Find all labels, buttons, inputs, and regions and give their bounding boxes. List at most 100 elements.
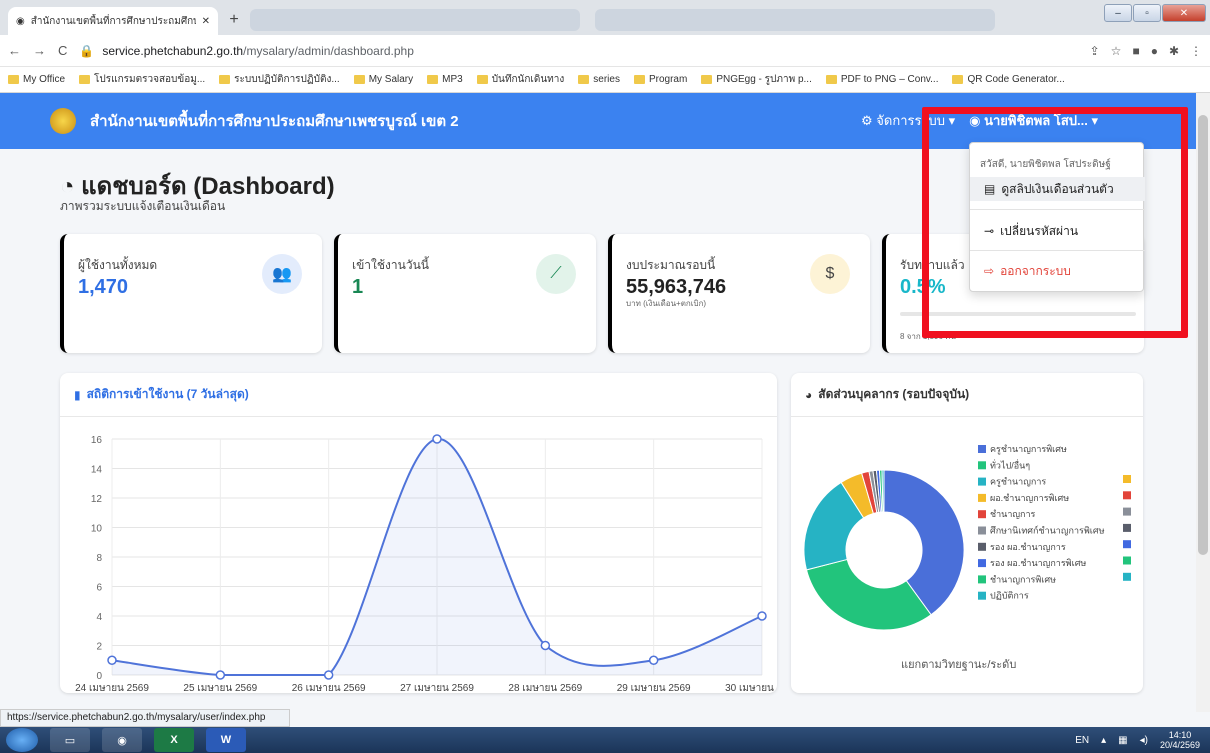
- bookmark-item[interactable]: โปรแกรมตรวจสอบข้อมู...: [79, 72, 205, 87]
- excel-taskbar-button[interactable]: X: [154, 728, 194, 752]
- brand-title[interactable]: สำนักงานเขตพื้นที่การศึกษาประถมศึกษาเพชร…: [90, 109, 459, 133]
- legend-label[interactable]: ชำนาญการพิเศษ: [990, 574, 1056, 584]
- logout-item[interactable]: ⇨ ออกจากระบบ: [970, 259, 1145, 283]
- menu-item-label: ออกจากระบบ: [1000, 263, 1071, 278]
- view-payslip-item[interactable]: ▤ ดูสลิปเงินเดือนส่วนตัว: [970, 177, 1145, 201]
- bookmark-item[interactable]: My Salary: [353, 74, 413, 85]
- bookmark-label: ระบบปฏิบัติการปฏิบัติง...: [234, 74, 340, 85]
- bookmarks-bar: My Office โปรแกรมตรวจสอบข้อมู... ระบบปฏิบั…: [0, 67, 1210, 93]
- close-window-button[interactable]: ✕: [1162, 4, 1206, 22]
- blurred-tab[interactable]: [595, 9, 995, 31]
- receipt-icon: ▤: [984, 182, 996, 196]
- stat-card-users: ผู้ใช้งานทั้งหมด 1,470 👥: [60, 234, 322, 353]
- bookmark-item[interactable]: Program: [633, 74, 687, 85]
- volume-icon[interactable]: ◂): [1140, 735, 1148, 746]
- panel-header: ◕ สัดส่วนบุคลากร (รอบปัจจุบัน): [791, 373, 1143, 417]
- data-point[interactable]: [757, 611, 767, 621]
- blurred-tab[interactable]: [250, 9, 580, 31]
- legend-label[interactable]: รอง ผอ.ชำนาญการพิเศษ: [990, 558, 1086, 568]
- data-point[interactable]: [648, 655, 659, 665]
- bookmark-item[interactable]: ระบบปฏิบัติการปฏิบัติง...: [219, 72, 340, 87]
- url-field[interactable]: 🔒 service.phetchabun2.go.th/mysalary/adm…: [79, 39, 939, 63]
- word-taskbar-button[interactable]: W: [206, 728, 246, 752]
- x-tick-label: 27 เมษายน 2569: [400, 683, 474, 693]
- folder-icon: [825, 75, 837, 84]
- settings-menu[interactable]: ⚙ จัดการระบบ ▾: [861, 110, 955, 131]
- data-point[interactable]: [540, 640, 551, 651]
- clock-time: 14:10: [1168, 730, 1192, 740]
- legend-label[interactable]: ทั่วไป/อื่นๆ: [990, 458, 1030, 470]
- key-icon: ⊸: [984, 224, 995, 238]
- chrome-taskbar-button[interactable]: ◉: [102, 728, 142, 752]
- start-button[interactable]: [6, 728, 38, 752]
- dropdown-greeting: สวัสดี, นายพิชิตพล โสประดิษฐ์: [980, 159, 1111, 170]
- data-point[interactable]: [432, 434, 442, 444]
- user-menu[interactable]: ◉ นายพิชิตพล โสป... ▾: [969, 110, 1098, 131]
- maximize-button[interactable]: ▫: [1133, 4, 1161, 22]
- data-point[interactable]: [323, 670, 334, 680]
- legend-swatch: [1123, 491, 1131, 500]
- legend-swatch: [1123, 475, 1131, 483]
- minimize-button[interactable]: –: [1104, 4, 1132, 22]
- extension-icon[interactable]: ●: [1151, 44, 1158, 58]
- folder-icon: [353, 75, 365, 84]
- stat-card-today: เข้าใช้งานวันนี้ 1 ⟋: [334, 234, 596, 353]
- browser-tab[interactable]: ◉ สำนักงานเขตพื้นที่การศึกษาประถมศึกษ ✕: [8, 7, 218, 35]
- page-scrollbar[interactable]: [1196, 93, 1210, 712]
- y-tick-label: 10: [91, 524, 103, 535]
- bookmark-item[interactable]: PNGEgg - รูปภาพ p...: [701, 72, 812, 87]
- menu-item-label: เปลี่ยนรหัสผ่าน: [1000, 223, 1079, 238]
- data-point[interactable]: [215, 670, 226, 680]
- url-domain: service.phetchabun2.go.th: [102, 43, 244, 58]
- legend-label[interactable]: ครูชำนาญการ: [990, 477, 1046, 488]
- address-bar: ← → C 🔒 service.phetchabun2.go.th/mysala…: [0, 35, 1210, 67]
- page-subtitle: ภาพรวมระบบแจ้งเตือนเงินเดือน: [60, 199, 226, 213]
- bookmark-item[interactable]: บันทึกนักเดินทาง: [476, 72, 564, 87]
- chart-line-icon: ⟋: [536, 254, 576, 294]
- share-icon[interactable]: ⇪: [1090, 44, 1100, 58]
- legend-swatch: [1123, 523, 1131, 532]
- status-url: https://service.phetchabun2.go.th/mysala…: [0, 709, 290, 727]
- tab-title: สำนักงานเขตพื้นที่การศึกษาประถมศึกษ: [30, 15, 196, 27]
- network-icon[interactable]: ▦: [1118, 735, 1127, 746]
- data-point[interactable]: [107, 655, 117, 665]
- bookmark-item[interactable]: PDF to PNG – Conv...: [825, 74, 938, 85]
- change-password-item[interactable]: ⊸ เปลี่ยนรหัสผ่าน: [970, 219, 1145, 243]
- puzzle-icon[interactable]: ✱: [1169, 44, 1179, 58]
- system-tray: EN ▴ ▦ ◂) 14:10 20/4/2569: [1075, 730, 1200, 750]
- logout-icon: ⇨: [984, 264, 995, 278]
- menu-icon[interactable]: ⋮: [1190, 44, 1202, 58]
- bookmark-item[interactable]: MP3: [427, 74, 463, 85]
- legend-label[interactable]: ศึกษานิเทศก์ชำนาญการพิเศษ: [990, 525, 1105, 536]
- legend-label[interactable]: ผอ.ชำนาญการพิเศษ: [990, 493, 1069, 503]
- star-icon[interactable]: ☆: [1111, 44, 1122, 58]
- forward-icon[interactable]: →: [33, 43, 46, 58]
- folder-icon: [476, 75, 488, 84]
- tray-arrow-icon[interactable]: ▴: [1101, 735, 1106, 746]
- pie-chart: ครูชำนาญการพิเศษทั่วไป/อื่นๆครูชำนาญการผ…: [803, 444, 1131, 631]
- legend-label[interactable]: ครูชำนาญการพิเศษ: [990, 444, 1067, 455]
- explorer-taskbar-button[interactable]: ▭: [50, 728, 90, 752]
- reload-icon[interactable]: C: [58, 43, 67, 58]
- y-tick-label: 4: [96, 612, 102, 623]
- legend-label[interactable]: รอง ผอ.ชำนาญการ: [990, 542, 1066, 552]
- legend-swatch: [978, 526, 986, 535]
- bookmark-item[interactable]: QR Code Generator...: [952, 74, 1065, 85]
- scrollbar-thumb[interactable]: [1198, 115, 1208, 555]
- taskbar: ▭ ◉ X W EN ▴ ▦ ◂) 14:10 20/4/2569: [0, 727, 1210, 753]
- new-tab-button[interactable]: +: [224, 10, 244, 30]
- bookmark-item[interactable]: series: [578, 74, 620, 85]
- users-icon: 👥: [262, 254, 302, 294]
- stat-sub: บาท (เงินเดือน+ตกเบิก): [626, 299, 707, 308]
- pie-slice[interactable]: [805, 558, 932, 631]
- bookmark-item[interactable]: My Office: [8, 74, 65, 85]
- legend-swatch: [1123, 507, 1131, 516]
- extension-icon[interactable]: ■: [1132, 44, 1139, 58]
- bookmark-label: MP3: [442, 74, 463, 85]
- legend-label[interactable]: ชำนาญการ: [990, 509, 1036, 519]
- close-tab-icon[interactable]: ✕: [202, 16, 210, 27]
- back-icon[interactable]: ←: [8, 43, 21, 58]
- language-indicator[interactable]: EN: [1075, 735, 1089, 746]
- legend-label[interactable]: ปฏิบัติการ: [990, 591, 1029, 601]
- clock[interactable]: 14:10 20/4/2569: [1160, 730, 1200, 750]
